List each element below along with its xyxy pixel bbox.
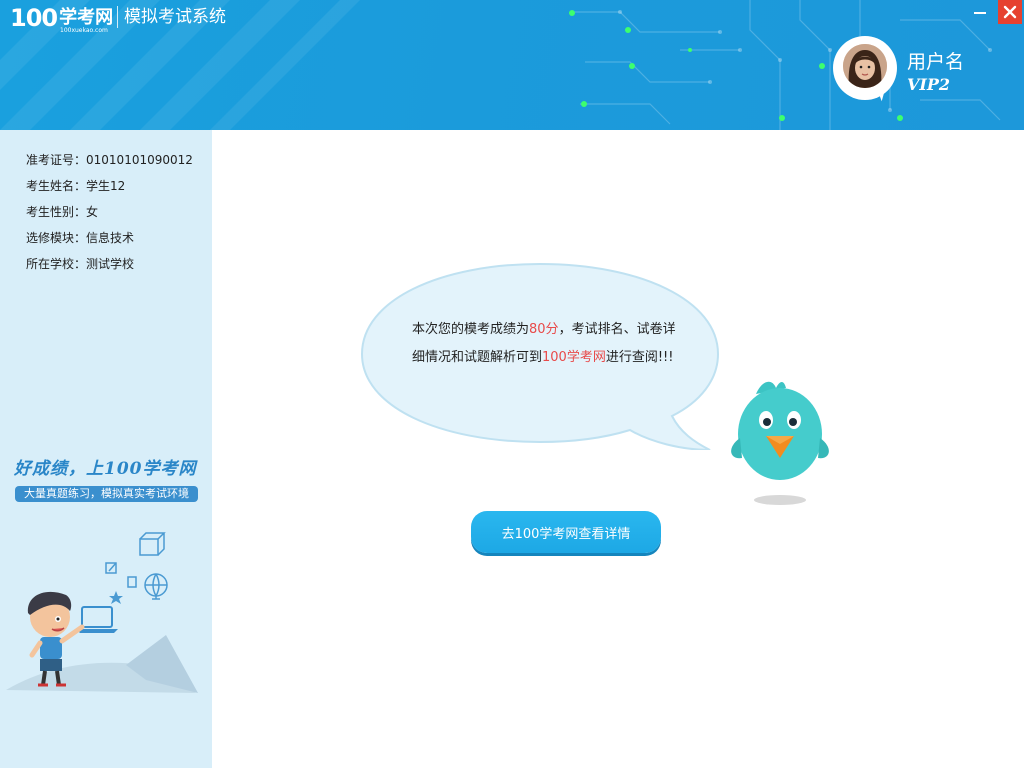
app-header: 100 学考网 100xuekao.com 模拟考试系统 用户名 VIP2 (0, 0, 1024, 130)
avatar-person-icon (843, 44, 887, 88)
close-icon[interactable] (998, 0, 1022, 24)
view-details-button[interactable]: 去100学考网查看详情 (471, 511, 661, 553)
username[interactable]: 用户名 (907, 50, 964, 74)
message-part3: 进行查阅!!! (605, 350, 674, 365)
info-label: 选修模块： (26, 231, 87, 245)
close-x-glyph (1003, 5, 1017, 19)
info-label: 所在学校： (26, 257, 87, 271)
info-label: 考生性别： (26, 205, 87, 219)
bird-mascot (731, 381, 829, 505)
student-illustration (6, 532, 198, 693)
sidebar-slogan-sub: 大量真题练习，模拟真实考试环境 (15, 486, 198, 502)
app-title: 模拟考试系统 (124, 7, 226, 27)
logo: 100 学考网 100xuekao.com (10, 4, 114, 34)
info-value: 测试学校 (86, 257, 135, 271)
vip-level-badge: VIP2 (907, 75, 951, 94)
logo-number: 100 (10, 4, 58, 32)
sidebar-slogan: 好成绩，上100学考网 (14, 459, 197, 479)
info-label: 考生姓名： (26, 179, 87, 193)
info-value: 信息技术 (86, 231, 135, 245)
avatar-photo (843, 44, 887, 88)
info-exam-id: 准考证号：01010101090012 (26, 152, 193, 178)
candidate-info-list: 准考证号：01010101090012 考生姓名：学生12 考生性别：女 选修模… (26, 152, 193, 282)
minimize-icon[interactable] (966, 0, 994, 24)
main-content: 本次您的模考成绩为80分，考试排名、试卷详细情况和试题解析可到100学考网进行查… (212, 130, 1024, 768)
site-link-text: 100学考网 (542, 350, 606, 365)
avatar[interactable] (833, 36, 899, 102)
info-name: 考生姓名：学生12 (26, 178, 193, 204)
info-value: 学生12 (86, 179, 126, 193)
score-message: 本次您的模考成绩为80分，考试排名、试卷详细情况和试题解析可到100学考网进行查… (412, 316, 680, 372)
logo-divider (117, 6, 118, 28)
info-school: 所在学校：测试学校 (26, 256, 193, 282)
message-part1: 本次您的模考成绩为 (412, 322, 530, 337)
logo-text: 学考网 (59, 7, 114, 28)
info-label: 准考证号： (26, 153, 87, 167)
logo-domain: 100xuekao.com (60, 27, 108, 34)
sidebar: 准考证号：01010101090012 考生姓名：学生12 考生性别：女 选修模… (0, 130, 212, 768)
info-value: 01010101090012 (86, 153, 193, 167)
info-module: 选修模块：信息技术 (26, 230, 193, 256)
info-gender: 考生性别：女 (26, 204, 193, 230)
info-value: 女 (86, 205, 99, 219)
score-value: 80分 (529, 322, 559, 337)
